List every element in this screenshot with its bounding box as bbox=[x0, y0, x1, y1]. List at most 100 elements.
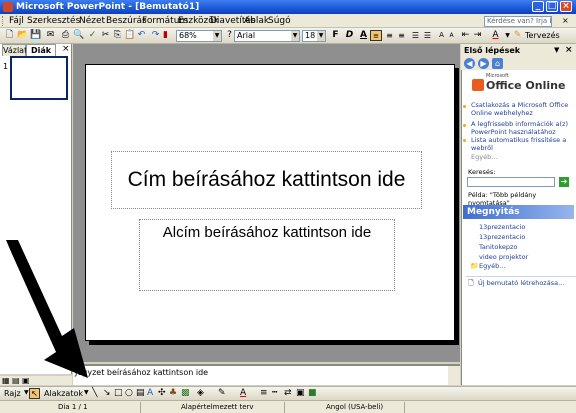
3d-icon[interactable]: ■ bbox=[308, 388, 317, 398]
recent-file[interactable]: 13prezentacio bbox=[479, 223, 525, 231]
shadow-icon[interactable]: ▣ bbox=[296, 388, 305, 398]
arrow-style-icon[interactable]: ⇄ bbox=[284, 388, 292, 398]
align-right-button[interactable]: ≡ bbox=[396, 30, 407, 41]
search-go-button[interactable]: ➔ bbox=[559, 177, 569, 187]
menu-edit[interactable]: Szerkesztés bbox=[27, 16, 80, 26]
menu-view[interactable]: Nézet bbox=[79, 16, 105, 26]
close-task-pane-icon[interactable]: × bbox=[565, 44, 573, 57]
cut-icon[interactable]: ✂ bbox=[100, 30, 111, 41]
open-section-header: Megnyitás bbox=[463, 205, 574, 219]
tab-outline[interactable]: Vázlat bbox=[2, 44, 27, 56]
font-combo[interactable]: Arial ▼ bbox=[234, 30, 300, 42]
draw-menu[interactable]: Rajz bbox=[4, 389, 21, 398]
chevron-down-icon[interactable]: ▼ bbox=[291, 31, 299, 41]
design-button[interactable]: Tervezés bbox=[525, 31, 560, 40]
office-online-logo: Microsoft Office Online bbox=[464, 71, 573, 95]
recent-file[interactable]: 13prezentacio bbox=[479, 233, 525, 241]
italic-button[interactable]: D bbox=[344, 30, 355, 41]
line-color-icon[interactable]: ✎ bbox=[218, 388, 226, 398]
align-left-button[interactable]: ≡ bbox=[370, 30, 382, 41]
chevron-down-icon[interactable]: ▼ bbox=[84, 389, 89, 396]
link-news[interactable]: A legfrissebb információk a(z) PowerPoin… bbox=[471, 120, 571, 136]
font-color-button[interactable]: A bbox=[490, 30, 501, 41]
chevron-down-icon[interactable]: ▼ bbox=[24, 389, 29, 396]
link-refresh[interactable]: Lista automatikus frissítése a webről bbox=[471, 136, 571, 152]
title-placeholder-text: Cím beírásához kattintson ide bbox=[127, 168, 406, 191]
maximize-button[interactable]: □ bbox=[546, 1, 558, 12]
bullet-icon bbox=[463, 105, 466, 108]
diagram-icon[interactable]: ✣ bbox=[158, 388, 166, 398]
permission-icon[interactable]: ✉ bbox=[45, 30, 56, 41]
menu-window[interactable]: Ablak bbox=[244, 16, 269, 26]
menu-file[interactable]: Fájl bbox=[9, 16, 24, 26]
recent-file[interactable]: video projektor bbox=[479, 253, 528, 261]
new-presentation-link[interactable]: Új bemutató létrehozása... bbox=[478, 279, 564, 287]
chart-icon[interactable]: ▮ bbox=[160, 30, 171, 41]
rectangle-icon[interactable]: □ bbox=[114, 388, 123, 398]
arrow-icon[interactable]: ↘ bbox=[103, 388, 111, 398]
picture-icon[interactable]: ▩ bbox=[181, 388, 190, 398]
decrease-font-icon[interactable]: A bbox=[446, 30, 457, 41]
home-icon[interactable]: ⌂ bbox=[492, 58, 503, 69]
open-icon[interactable]: 📂 bbox=[17, 30, 28, 41]
new-icon[interactable]: 🗋 bbox=[4, 30, 15, 41]
recent-file[interactable]: Tanitokepzo bbox=[479, 243, 517, 251]
title-placeholder[interactable]: Cím beírásához kattintson ide bbox=[111, 151, 422, 209]
menu-grip[interactable] bbox=[2, 16, 6, 26]
line-style-icon[interactable]: ≡ bbox=[260, 388, 268, 398]
close-panel-icon[interactable]: × bbox=[62, 44, 70, 54]
menu-insert[interactable]: Beszúrás bbox=[106, 16, 147, 26]
forward-icon[interactable]: ▶ bbox=[478, 58, 489, 69]
close-button[interactable]: × bbox=[560, 1, 572, 12]
link-more[interactable]: Egyéb... bbox=[471, 153, 571, 161]
decrease-indent-icon[interactable]: ⇤ bbox=[460, 30, 471, 41]
fill-color-icon[interactable]: ◈ bbox=[197, 388, 204, 398]
open-more-link[interactable]: Egyéb... bbox=[479, 262, 505, 270]
notes-placeholder: Jegyzet beírásához kattintson ide bbox=[75, 368, 209, 377]
line-icon[interactable]: ╲ bbox=[92, 388, 97, 398]
increase-indent-icon[interactable]: ⇥ bbox=[472, 30, 483, 41]
notes-pane[interactable]: Jegyzet beírásához kattintson ide bbox=[73, 364, 460, 385]
font-size-combo[interactable]: 18 ▼ bbox=[302, 30, 326, 42]
font-color-icon[interactable]: A bbox=[240, 388, 246, 398]
chevron-down-icon[interactable]: ▼ bbox=[554, 44, 559, 57]
zoom-combo[interactable]: 68% ▼ bbox=[176, 30, 222, 42]
chevron-down-icon[interactable]: ▼ bbox=[213, 31, 221, 41]
minimize-button[interactable]: _ bbox=[532, 1, 544, 12]
bullets-icon[interactable]: ☰ bbox=[422, 30, 433, 41]
dash-style-icon[interactable]: ┅ bbox=[272, 388, 277, 398]
spelling-icon[interactable]: ✓ bbox=[87, 30, 98, 41]
autoshapes-menu[interactable]: Alakzatok bbox=[44, 389, 83, 398]
clipart-icon[interactable]: ♣ bbox=[169, 388, 177, 398]
paste-icon[interactable]: 📋 bbox=[124, 30, 135, 41]
link-connect[interactable]: Csatlakozás a Microsoft Office Online we… bbox=[471, 101, 571, 117]
close-document-icon[interactable]: × bbox=[562, 16, 569, 25]
underline-button[interactable]: A bbox=[358, 30, 369, 41]
wordart-icon[interactable]: A bbox=[147, 388, 153, 398]
design-icon[interactable]: ✎ bbox=[512, 30, 523, 41]
help-search-input[interactable]: Kérdése van? Írja be ide. bbox=[484, 16, 552, 27]
menu-help[interactable]: Súgó bbox=[268, 16, 291, 26]
tab-slides[interactable]: Diák bbox=[26, 44, 56, 56]
print-icon[interactable]: ⎙ bbox=[60, 30, 71, 41]
undo-icon[interactable]: ↶ bbox=[136, 30, 147, 41]
slide-thumbnail[interactable] bbox=[10, 56, 68, 100]
bold-button[interactable]: F bbox=[330, 30, 341, 41]
chevron-down-icon[interactable]: ▼ bbox=[317, 31, 325, 41]
status-language: Angol (USA-beli) bbox=[326, 403, 384, 411]
align-center-button[interactable]: ≡ bbox=[384, 30, 395, 41]
print-preview-icon[interactable]: 🔍 bbox=[73, 30, 84, 41]
drawing-toolbar: Rajz ▼ ↖ Alakzatok ▼ ╲ ↘ □ ○ ▤ A ✣ ♣ ▩ ◈… bbox=[0, 386, 576, 400]
select-icon[interactable]: ↖ bbox=[29, 388, 40, 399]
textbox-icon[interactable]: ▤ bbox=[136, 388, 145, 398]
numbering-icon[interactable]: ☰ bbox=[410, 30, 421, 41]
powerpoint-icon[interactable] bbox=[3, 2, 13, 12]
oval-icon[interactable]: ○ bbox=[125, 388, 133, 398]
save-icon[interactable]: 💾 bbox=[30, 30, 41, 41]
subtitle-placeholder[interactable]: Alcím beírásához kattintson ide bbox=[139, 219, 395, 291]
toolbar: 🗋 📂 💾 ✉ ⎙ 🔍 ✓ ✂ ⎘ 📋 ↶ ↷ ▮ ▦ 68% ▼ ? Aria… bbox=[0, 28, 576, 44]
copy-icon[interactable]: ⎘ bbox=[112, 30, 123, 41]
notes-scrollbar[interactable] bbox=[448, 366, 460, 385]
search-input[interactable] bbox=[467, 177, 555, 187]
back-icon[interactable]: ◀ bbox=[464, 58, 475, 69]
